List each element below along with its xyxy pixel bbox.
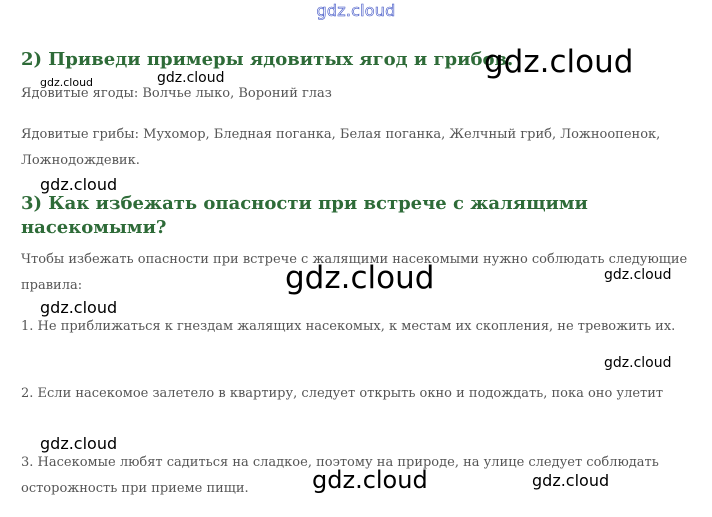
poisonous-mushrooms-text: Ядовитые грибы: Мухомор, Бледная поганка… xyxy=(21,127,661,168)
watermark: gdz.cloud xyxy=(40,76,94,89)
watermark: gdz.cloud xyxy=(157,70,225,86)
watermark: gdz.cloud xyxy=(40,175,118,194)
question-2-heading: 2) Приведи примеры ядовитых ягод и грибо… xyxy=(21,49,514,70)
rule-1-text: 1. Не приближаться к гнездам жалящих нас… xyxy=(21,319,676,334)
watermark: gdz.cloud xyxy=(484,44,634,80)
watermark: gdz.cloud xyxy=(604,267,672,283)
watermark: gdz.cloud xyxy=(532,471,610,490)
watermark: gdz.cloud xyxy=(40,298,118,317)
watermark: gdz.cloud xyxy=(604,355,672,371)
watermark: gdz.cloud xyxy=(285,260,435,296)
rule-2-text: 2. Если насекомое залетело в квартиру, с… xyxy=(21,386,664,401)
question-3-heading-line-2: насекомыми? xyxy=(21,217,167,238)
watermark: gdz.cloud xyxy=(312,466,428,494)
answer-page: gdz.cloud 2) Приведи примеры ядовитых яг… xyxy=(0,0,712,517)
poisonous-berries-text: Ядовитые ягоды: Волчье лыко, Вороний гла… xyxy=(21,86,332,101)
question-3-heading-line-1: 3) Как избежать опасности при встрече с … xyxy=(21,193,588,214)
watermark: gdz.cloud xyxy=(40,434,118,453)
site-logo[interactable]: gdz.cloud xyxy=(0,1,712,21)
question-3-heading: 3) Как избежать опасности при встрече с … xyxy=(21,192,588,240)
